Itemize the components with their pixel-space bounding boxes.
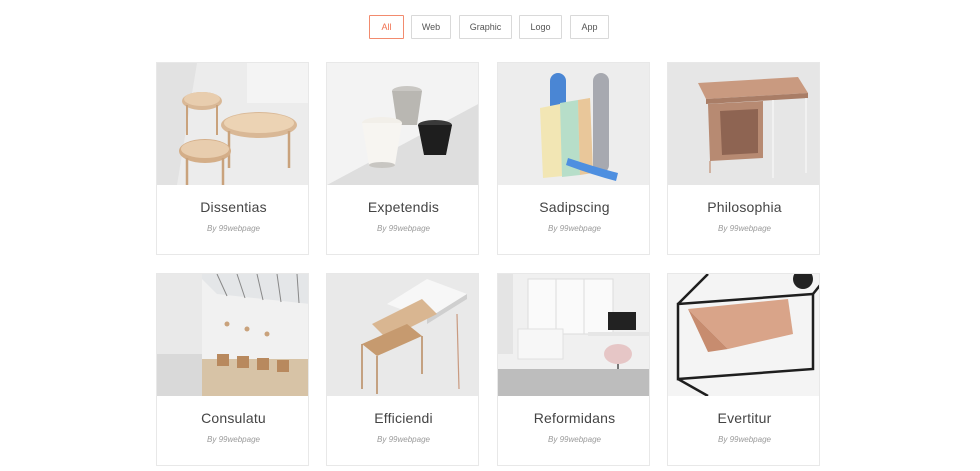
filter-app-button[interactable]: App bbox=[570, 15, 609, 39]
portfolio-card[interactable]: Consulatu By 99webpage bbox=[156, 273, 309, 466]
portfolio-card[interactable]: Efficiendi By 99webpage bbox=[326, 273, 479, 466]
ceramic-cups-image[interactable] bbox=[327, 63, 478, 185]
portfolio-card[interactable]: Philosophia By 99webpage bbox=[667, 62, 820, 255]
wooden-tables-image[interactable] bbox=[157, 63, 308, 185]
card-title[interactable]: Dissentias bbox=[157, 199, 308, 215]
card-title[interactable]: Reformidans bbox=[498, 410, 649, 426]
card-author: By 99webpage bbox=[718, 435, 771, 444]
cafe-interior-image[interactable] bbox=[157, 274, 308, 396]
filter-web-button[interactable]: Web bbox=[411, 15, 451, 39]
card-title[interactable]: Consulatu bbox=[157, 410, 308, 426]
portfolio-card[interactable]: Dissentias By 99webpage bbox=[156, 62, 309, 255]
filter-logo-button[interactable]: Logo bbox=[519, 15, 562, 39]
card-author: By 99webpage bbox=[207, 435, 260, 444]
wire-frame-chair-image[interactable] bbox=[668, 274, 819, 396]
card-author: By 99webpage bbox=[718, 224, 771, 233]
card-title[interactable]: Philosophia bbox=[668, 199, 819, 215]
portfolio-card[interactable]: Sadipscing By 99webpage bbox=[497, 62, 650, 255]
card-title[interactable]: Sadipscing bbox=[498, 199, 649, 215]
office-room-image[interactable] bbox=[498, 274, 649, 396]
filter-graphic-button[interactable]: Graphic bbox=[459, 15, 512, 39]
portfolio-page: All Web Graphic Logo App Dissentias By 9… bbox=[0, 0, 980, 471]
filter-all-button[interactable]: All bbox=[369, 15, 404, 39]
card-author: By 99webpage bbox=[377, 224, 430, 233]
metal-side-table-image[interactable] bbox=[327, 274, 478, 396]
filter-bar: All Web Graphic Logo App bbox=[0, 15, 980, 39]
card-title[interactable]: Efficiendi bbox=[327, 410, 478, 426]
card-author: By 99webpage bbox=[377, 435, 430, 444]
card-title[interactable]: Evertitur bbox=[668, 410, 819, 426]
card-author: By 99webpage bbox=[207, 224, 260, 233]
copper-desk-image[interactable] bbox=[668, 63, 819, 185]
portfolio-card[interactable]: Reformidans By 99webpage bbox=[497, 273, 650, 466]
card-author: By 99webpage bbox=[548, 224, 601, 233]
card-author: By 99webpage bbox=[548, 435, 601, 444]
portfolio-card[interactable]: Evertitur By 99webpage bbox=[667, 273, 820, 466]
card-title[interactable]: Expetendis bbox=[327, 199, 478, 215]
portfolio-card[interactable]: Expetendis By 99webpage bbox=[326, 62, 479, 255]
colorful-blocks-image[interactable] bbox=[498, 63, 649, 185]
